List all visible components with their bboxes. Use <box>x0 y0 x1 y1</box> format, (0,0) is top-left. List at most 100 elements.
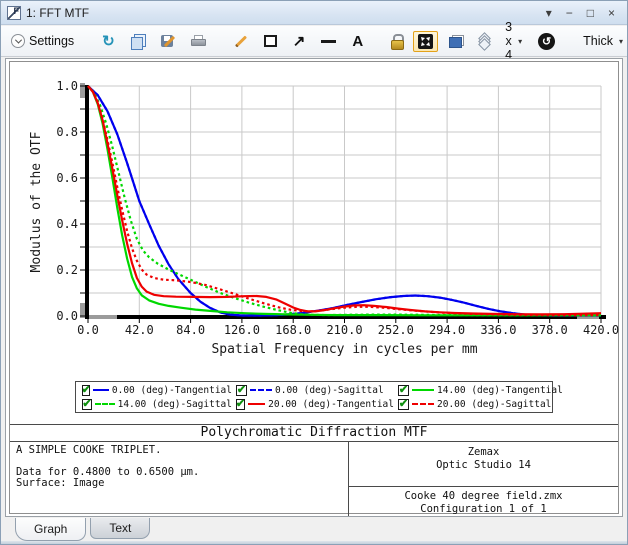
file-name: Cooke 40 degree field.zmx <box>349 490 618 503</box>
svg-text:126.0: 126.0 <box>224 323 260 337</box>
draw-rectangle-button[interactable] <box>259 32 282 50</box>
window-bottom-border <box>1 541 627 544</box>
windows-icon <box>449 35 464 48</box>
clone-window-button[interactable] <box>444 32 469 51</box>
svg-text:420.0: 420.0 <box>583 323 619 337</box>
minimize-icon[interactable]: − <box>566 7 573 19</box>
legend-checkbox[interactable]: ✔ <box>82 399 92 410</box>
maximize-icon[interactable]: □ <box>587 7 594 19</box>
svg-text:252.0: 252.0 <box>378 323 414 337</box>
legend-checkbox[interactable]: ✔ <box>82 385 90 396</box>
window-title: 1: FFT MTF <box>26 6 89 20</box>
legend-checkbox[interactable]: ✔ <box>398 399 409 410</box>
svg-text:168.0: 168.0 <box>275 323 311 337</box>
vendor-line: Optic Studio 14 <box>349 459 618 472</box>
plot-title: Polychromatic Diffraction MTF <box>10 425 618 442</box>
svg-text:84.0: 84.0 <box>176 323 205 337</box>
svg-text:336.0: 336.0 <box>480 323 516 337</box>
pencil-icon <box>235 35 247 47</box>
print-icon <box>191 35 206 48</box>
settings-label: Settings <box>29 34 74 48</box>
copy-button[interactable] <box>126 31 150 51</box>
tab-graph[interactable]: Graph <box>15 518 86 541</box>
insert-text-button[interactable]: A <box>347 31 368 52</box>
svg-text:378.0: 378.0 <box>532 323 568 337</box>
graph-panel: 0.0 42.0 84.0 126.0 168.0 210.0 252.0 294.0 336.… <box>5 58 623 517</box>
svg-text:0.0: 0.0 <box>56 309 78 323</box>
refresh-button[interactable]: ↻ <box>97 31 120 52</box>
layers-button[interactable] <box>475 31 494 52</box>
lock-icon <box>391 34 402 48</box>
reset-icon: ↺ <box>538 33 555 50</box>
mtf-plot[interactable]: 0.0 42.0 84.0 126.0 168.0 210.0 252.0 294.0 336.… <box>10 62 620 364</box>
fit-window-button[interactable] <box>413 31 438 52</box>
svg-text:294.0: 294.0 <box>429 323 465 337</box>
line-thickness-label: Thick <box>583 34 613 48</box>
save-icon <box>161 34 175 48</box>
legend-line-sample <box>412 403 434 405</box>
svg-text:0.0: 0.0 <box>77 323 99 337</box>
fit-arrows-icon <box>418 34 433 49</box>
lens-description: A SIMPLE COOKE TRIPLET.Data for 0.4800 t… <box>10 442 349 516</box>
legend-line-sample <box>95 403 115 405</box>
settings-button[interactable]: Settings <box>6 31 79 51</box>
svg-text:0.2: 0.2 <box>56 263 78 277</box>
save-button[interactable] <box>156 31 180 51</box>
svg-text:1.0: 1.0 <box>56 79 78 93</box>
chevron-down-circle-icon <box>11 34 25 48</box>
legend-label: 14.00 (deg)-Tangential <box>437 385 563 396</box>
legend-checkbox[interactable]: ✔ <box>236 399 245 410</box>
svg-text:0.4: 0.4 <box>56 217 78 231</box>
fft-mtf-window: F 1: FFT MTF ▾ − □ × Settings ↻ ↗ A <box>0 0 628 545</box>
print-button[interactable] <box>186 32 211 51</box>
vendor-box: Zemax Optic Studio 14 <box>349 442 618 487</box>
lock-button[interactable] <box>386 31 407 51</box>
line-thickness-dropdown[interactable]: Thick ▾ <box>578 31 628 51</box>
svg-text:0.8: 0.8 <box>56 125 78 139</box>
legend-item[interactable]: ✔ 20.00 (deg)-Sagittal <box>398 398 563 411</box>
legend-item[interactable]: ✔ 20.00 (deg)-Tangential <box>236 398 394 411</box>
svg-text:42.0: 42.0 <box>125 323 154 337</box>
fft-window-icon: F <box>7 6 21 20</box>
line-icon <box>321 40 336 43</box>
toolbar: Settings ↻ ↗ A 3 x 4 ▾ ↺ Thick ▾ <box>1 26 627 57</box>
vendor-line: Zemax <box>349 446 618 459</box>
rectangle-icon <box>264 35 277 47</box>
description-line: Surface: Image <box>16 478 342 489</box>
legend-line-sample <box>93 389 109 391</box>
legend-item[interactable]: ✔ 14.00 (deg)-Tangential <box>398 384 563 397</box>
window-menu-icon[interactable]: ▾ <box>546 7 552 19</box>
footer-table: Polychromatic Diffraction MTF A SIMPLE C… <box>10 424 618 513</box>
draw-arrow-button[interactable]: ↗ <box>288 31 311 52</box>
layers-icon <box>480 34 489 49</box>
arrow-icon: ↗ <box>293 34 306 49</box>
legend-item[interactable]: ✔14.00 (deg)-Sagittal <box>82 398 232 411</box>
graph-page: 0.0 42.0 84.0 126.0 168.0 210.0 252.0 294.0 336.… <box>9 61 619 514</box>
legend-item[interactable]: ✔ 0.00 (deg)-Tangential <box>82 384 232 397</box>
configuration-label: Configuration 1 of 1 <box>349 503 618 516</box>
legend-item[interactable]: ✔ 0.00 (deg)-Sagittal <box>236 384 394 397</box>
legend-checkbox[interactable]: ✔ <box>398 385 409 396</box>
refresh-icon: ↻ <box>102 34 115 49</box>
svg-text:210.0: 210.0 <box>326 323 362 337</box>
legend-label: 20.00 (deg)-Tangential <box>268 399 394 410</box>
legend-label: 0.00 (deg)-Tangential <box>112 385 232 396</box>
draw-pencil-button[interactable] <box>229 37 253 46</box>
legend-line-sample <box>412 389 434 391</box>
draw-line-button[interactable] <box>316 37 341 46</box>
legend-label: 0.00 (deg)-Sagittal <box>275 385 384 396</box>
legend-checkbox[interactable]: ✔ <box>236 385 247 396</box>
close-icon[interactable]: × <box>608 7 615 19</box>
svg-text:Modulus of the OTF: Modulus of the OTF <box>29 131 44 272</box>
legend-line-sample <box>250 389 272 391</box>
file-box: Cooke 40 degree field.zmx Configuration … <box>349 487 618 516</box>
copy-icon <box>131 34 145 48</box>
legend-label: 20.00 (deg)-Sagittal <box>437 399 551 410</box>
titlebar: F 1: FFT MTF ▾ − □ × <box>1 1 627 25</box>
chevron-down-icon: ▾ <box>518 37 522 46</box>
tab-text[interactable]: Text <box>90 518 150 539</box>
chevron-down-icon: ▾ <box>619 37 623 46</box>
svg-text:0.6: 0.6 <box>56 171 78 185</box>
svg-text:Spatial Frequency in cycles pe: Spatial Frequency in cycles per mm <box>211 342 477 357</box>
reset-view-button[interactable]: ↺ <box>533 30 560 53</box>
